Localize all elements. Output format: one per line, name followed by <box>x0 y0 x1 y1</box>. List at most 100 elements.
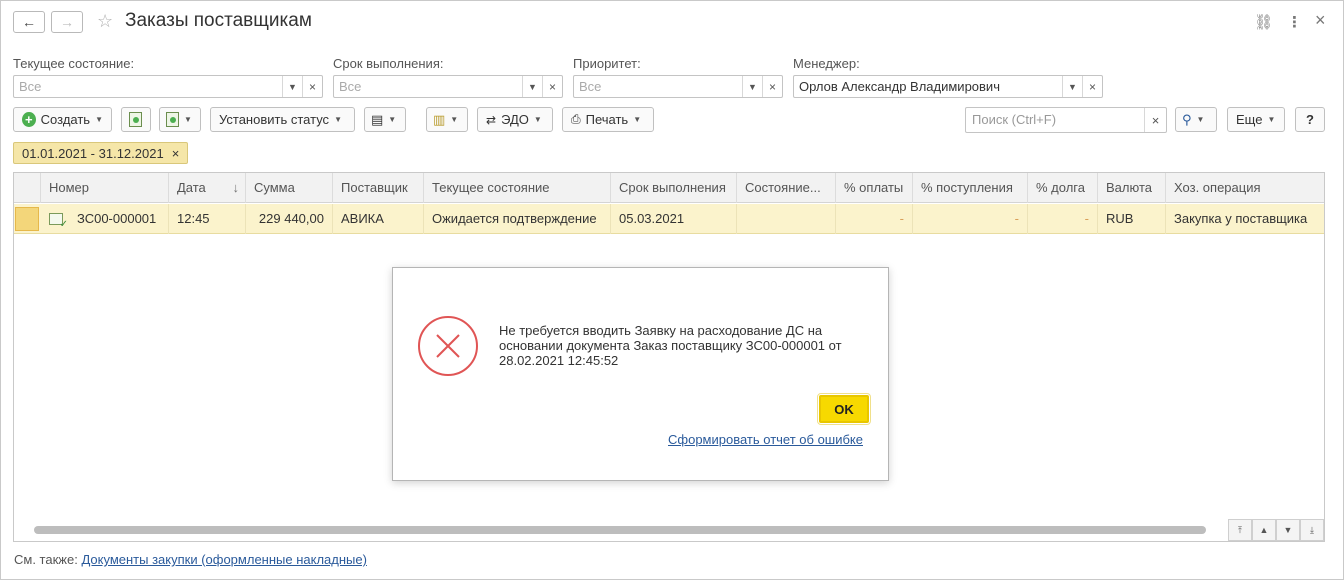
document-add-icon <box>129 112 142 127</box>
see-also-label: См. также: <box>14 552 78 567</box>
close-icon[interactable]: × <box>172 146 180 161</box>
column-header-state[interactable]: Текущее состояние <box>424 173 611 203</box>
filter-state-combo[interactable]: Все ▼ × <box>13 75 323 98</box>
forward-button[interactable]: → <box>51 11 83 33</box>
edo-icon: ⇄ <box>486 112 497 127</box>
clear-icon[interactable]: × <box>542 76 562 97</box>
column-header-pay-pct[interactable]: % оплаты <box>836 173 913 203</box>
row-selection-marker[interactable] <box>15 207 39 231</box>
column-header-date[interactable]: Дата ↓ <box>169 173 246 203</box>
page-title: Заказы поставщикам <box>125 10 312 31</box>
cell-receipt-pct: - <box>913 204 1028 234</box>
column-header-number[interactable]: Номер <box>41 173 169 203</box>
chevron-down-icon[interactable]: ▼ <box>522 76 542 97</box>
period-label: 01.01.2021 - 31.12.2021 <box>22 145 164 161</box>
table-header: Номер Дата ↓ Сумма Поставщик Текущее сос… <box>14 173 1324 203</box>
column-header-sum[interactable]: Сумма <box>246 173 333 203</box>
plus-icon: + <box>22 112 36 127</box>
back-arrow-icon: ← <box>22 14 36 30</box>
cell-state2 <box>737 204 836 234</box>
column-header-due[interactable]: Срок выполнения <box>611 173 737 203</box>
column-header-date-label: Дата <box>177 180 206 195</box>
cell-number: ЗС00-000001 <box>69 204 169 234</box>
search-placeholder[interactable]: Поиск (Ctrl+F) <box>966 108 1144 132</box>
cell-pay-pct: - <box>836 204 913 234</box>
copy-doc-button[interactable] <box>121 107 151 132</box>
chevron-down-icon: ▼ <box>334 115 342 124</box>
set-status-label: Установить статус <box>219 112 330 127</box>
filter-due-combo[interactable]: Все ▼ × <box>333 75 563 98</box>
scroll-bottom-icon[interactable]: ⤓ <box>1300 519 1324 541</box>
scroll-top-icon[interactable]: ⤒ <box>1228 519 1252 541</box>
clear-icon[interactable]: × <box>762 76 782 97</box>
column-header-receipt-pct[interactable]: % поступления <box>913 173 1028 203</box>
help-button[interactable]: ? <box>1295 107 1325 132</box>
search-options-button[interactable]: ⚲ ▼ <box>1175 107 1217 132</box>
help-label: ? <box>1306 112 1314 127</box>
sort-arrow-icon: ↓ <box>232 180 240 195</box>
more-menu-icon[interactable]: ⋮ <box>1287 13 1302 31</box>
create-button[interactable]: + Создать ▼ <box>13 107 112 132</box>
folder-clip-icon: ▥ <box>433 111 446 127</box>
cell-state: Ожидается подтверждение <box>424 204 611 234</box>
chevron-down-icon: ▼ <box>388 115 397 124</box>
back-button[interactable]: ← <box>13 11 45 33</box>
filter-manager-label: Менеджер: <box>793 56 860 71</box>
column-header-debt-pct[interactable]: % долга <box>1028 173 1098 203</box>
chevron-down-icon[interactable]: ▼ <box>1062 76 1082 97</box>
cell-operation: Закупка у поставщика <box>1174 211 1308 226</box>
error-icon <box>418 316 478 376</box>
clear-icon[interactable]: × <box>302 76 322 97</box>
more-button[interactable]: Еще ▼ <box>1227 107 1285 132</box>
report-error-link[interactable]: Сформировать отчет об ошибке <box>668 432 863 447</box>
filter-priority-combo[interactable]: Все ▼ × <box>573 75 783 98</box>
ok-button[interactable]: OK <box>817 393 871 425</box>
chevron-down-icon[interactable]: ▼ <box>742 76 762 97</box>
cell-due: 05.03.2021 <box>611 204 737 234</box>
search-icon: ⚲ <box>1182 111 1192 127</box>
edo-button[interactable]: ⇄ ЭДО ▼ <box>477 107 553 132</box>
print-label: Печать <box>585 112 629 127</box>
attachments-button[interactable]: ▥ ▼ <box>426 107 468 132</box>
set-status-button[interactable]: Установить статус ▼ <box>210 107 355 132</box>
column-header-supplier[interactable]: Поставщик <box>333 173 424 203</box>
filter-due-value[interactable]: Все <box>334 76 522 97</box>
search-input[interactable]: Поиск (Ctrl+F) × <box>965 107 1167 133</box>
chevron-down-icon: ▼ <box>95 115 103 124</box>
header-marker-cell <box>14 173 41 203</box>
close-icon[interactable]: × <box>1315 10 1326 31</box>
document-posted-icon <box>49 213 68 230</box>
create-based-on-button[interactable]: ▼ <box>159 107 201 132</box>
scroll-up-icon[interactable]: ▲ <box>1252 519 1276 541</box>
table-row[interactable]: ЗС00-000001 12:45 229 440,00 АВИКА Ожида… <box>14 204 1324 234</box>
clear-icon[interactable]: × <box>1082 76 1102 97</box>
column-header-operation[interactable]: Хоз. операция <box>1166 173 1324 203</box>
print-button[interactable]: ⎙ Печать ▼ <box>562 107 654 132</box>
column-header-currency[interactable]: Валюта <box>1098 173 1166 203</box>
link-icon[interactable]: ⛓ <box>1254 13 1273 31</box>
cell-debt-pct: - <box>1028 204 1098 234</box>
cell-supplier: АВИКА <box>333 204 424 234</box>
chevron-down-icon: ▼ <box>1267 115 1276 124</box>
period-filter-tag[interactable]: 01.01.2021 - 31.12.2021 × <box>13 142 189 164</box>
clear-icon[interactable]: × <box>1144 108 1166 132</box>
reports-button[interactable]: ▤ ▼ <box>364 107 406 132</box>
chevron-down-icon[interactable]: ▼ <box>282 76 302 97</box>
filter-manager-value[interactable]: Орлов Александр Владимирович <box>794 76 1062 97</box>
form-window: ← → ☆ Заказы поставщикам ⛓ ⋮ × Текущее с… <box>0 0 1344 580</box>
horizontal-scrollbar[interactable] <box>34 526 1206 534</box>
scroll-down-icon[interactable]: ▼ <box>1276 519 1300 541</box>
column-header-state2[interactable]: Состояние... <box>737 173 836 203</box>
filter-manager-combo[interactable]: Орлов Александр Владимирович ▼ × <box>793 75 1103 98</box>
error-dialog: Не требуется вводить Заявку на расходова… <box>392 267 889 481</box>
see-also-footer: См. также: Документы закупки (оформленны… <box>14 552 367 567</box>
filter-state-value[interactable]: Все <box>14 76 282 97</box>
filter-priority-value[interactable]: Все <box>574 76 742 97</box>
chevron-down-icon: ▼ <box>533 115 542 124</box>
more-label: Еще <box>1236 112 1263 127</box>
dialog-message: Не требуется вводить Заявку на расходова… <box>499 323 842 368</box>
forward-arrow-icon: → <box>60 14 74 30</box>
favorite-star-icon[interactable]: ☆ <box>97 11 113 32</box>
printer-icon: ⎙ <box>571 112 581 126</box>
purchase-docs-link[interactable]: Документы закупки (оформленные накладные… <box>81 552 367 567</box>
